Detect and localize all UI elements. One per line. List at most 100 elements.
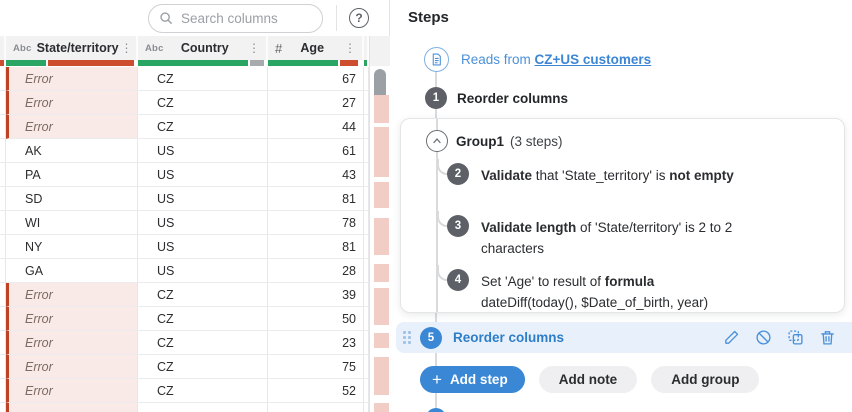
table-cell[interactable]: CZ xyxy=(138,355,268,379)
collapse-group-icon[interactable] xyxy=(426,130,448,152)
table-cell[interactable]: Error xyxy=(6,115,138,139)
table-cell[interactable]: CZ xyxy=(138,307,268,331)
table-cell[interactable]: CZ xyxy=(138,67,268,91)
table-cell[interactable]: US xyxy=(138,235,268,259)
disable-icon[interactable] xyxy=(755,329,772,346)
drag-handle-icon[interactable] xyxy=(403,331,411,344)
table-cell[interactable]: US xyxy=(138,139,268,163)
step-description: Validate that 'State_territory' is not e… xyxy=(481,168,734,183)
number-type-icon: # xyxy=(275,40,283,56)
table-cell[interactable]: 23 xyxy=(268,331,364,355)
column-menu-icon[interactable]: ⋮ xyxy=(246,42,262,54)
error-density-mark xyxy=(374,95,389,123)
table-cell[interactable]: 28 xyxy=(268,259,364,283)
quality-bar[interactable] xyxy=(6,60,138,67)
table-cell[interactable] xyxy=(6,403,138,412)
table-cell[interactable]: Error xyxy=(6,307,138,331)
step-1[interactable]: 1 Reorder columns xyxy=(425,87,568,109)
column-name: Age xyxy=(300,41,325,55)
quality-bar-left-edge xyxy=(0,60,4,66)
table-cell[interactable]: Error xyxy=(6,91,138,115)
help-icon[interactable]: ? xyxy=(349,8,369,28)
source-step-text: Reads from CZ+US customers xyxy=(461,52,651,67)
column-menu-icon[interactable]: ⋮ xyxy=(342,42,358,54)
column-header[interactable]: Abc State/territory ⋮ xyxy=(6,36,138,60)
table-cell[interactable]: 67 xyxy=(268,67,364,91)
table-cell[interactable]: Error xyxy=(6,355,138,379)
table-cell[interactable]: US xyxy=(138,211,268,235)
table: Abc State/territory ⋮ Error Error Error AK PA SD… xyxy=(0,36,390,412)
table-cell[interactable]: PA xyxy=(6,163,138,187)
table-cell[interactable]: 81 xyxy=(268,235,364,259)
table-cell[interactable]: US xyxy=(138,187,268,211)
table-cell[interactable]: 52 xyxy=(268,379,364,403)
table-cell[interactable] xyxy=(268,403,364,412)
step-1-number: 1 xyxy=(425,87,447,109)
scrollbar-track[interactable] xyxy=(370,67,390,412)
table-cell[interactable]: 39 xyxy=(268,283,364,307)
table-cell[interactable]: GA xyxy=(6,259,138,283)
column-header[interactable]: Abc Country ⋮ xyxy=(138,36,268,60)
quality-bar-segment xyxy=(48,60,134,66)
table-cell[interactable]: 81 xyxy=(268,187,364,211)
table-cell[interactable]: Error xyxy=(6,67,138,91)
table-cell[interactable]: Error xyxy=(6,379,138,403)
group-step-2[interactable]: 2 Validate that 'State_territory' is not … xyxy=(447,163,736,186)
add-step-label: Add step xyxy=(449,372,508,387)
table-cell[interactable]: Error xyxy=(6,331,138,355)
table-cell[interactable]: 27 xyxy=(268,91,364,115)
table-cell[interactable]: CZ xyxy=(138,379,268,403)
group-header[interactable]: Group1 (3 steps) xyxy=(426,130,563,152)
step-buttons: + Add step Add note Add group xyxy=(420,366,760,393)
column-header[interactable]: # Age ⋮ xyxy=(268,36,364,60)
duplicate-icon[interactable] xyxy=(787,329,804,346)
table-cell[interactable]: 44 xyxy=(268,115,364,139)
column-country: Abc Country ⋮ CZ CZ CZ US US US US US US CZ CZ CZ CZ CZ xyxy=(138,36,268,412)
quality-bar[interactable] xyxy=(268,60,364,67)
search-placeholder: Search columns xyxy=(181,10,278,26)
table-cell[interactable]: 75 xyxy=(268,355,364,379)
table-cell[interactable]: 61 xyxy=(268,139,364,163)
steps-title: Steps xyxy=(408,9,449,26)
table-cell[interactable]: 50 xyxy=(268,307,364,331)
table-cell[interactable]: Error xyxy=(6,283,138,307)
document-icon xyxy=(424,47,449,72)
table-cell[interactable]: 43 xyxy=(268,163,364,187)
add-note-button[interactable]: Add note xyxy=(538,366,638,393)
table-cell[interactable]: WI xyxy=(6,211,138,235)
edit-icon[interactable] xyxy=(723,329,740,346)
quality-bar-segment xyxy=(6,60,46,66)
search-input[interactable]: Search columns xyxy=(148,3,323,33)
source-step[interactable]: Reads from CZ+US customers xyxy=(424,47,651,72)
column-menu-icon[interactable]: ⋮ xyxy=(119,42,135,54)
quality-bar[interactable] xyxy=(138,60,268,67)
add-group-button[interactable]: Add group xyxy=(651,366,760,393)
group-step-3[interactable]: 3 Validate length of 'State/territory' is… xyxy=(447,215,736,259)
column-state-territory: Abc State/territory ⋮ Error Error Error AK PA SD… xyxy=(6,36,138,412)
table-cell[interactable]: 78 xyxy=(268,211,364,235)
error-density-mark xyxy=(374,403,389,412)
table-cell[interactable]: CZ xyxy=(138,331,268,355)
table-cell[interactable]: AK xyxy=(6,139,138,163)
next-step-node[interactable] xyxy=(426,408,446,412)
step-description: Validate length of 'State/territory' is … xyxy=(481,220,733,256)
table-cell[interactable]: CZ xyxy=(138,91,268,115)
table-cell[interactable]: US xyxy=(138,163,268,187)
error-density-mark xyxy=(374,127,389,177)
delete-icon[interactable] xyxy=(819,329,836,346)
source-dataset-link[interactable]: CZ+US customers xyxy=(535,52,652,67)
table-cell[interactable]: SD xyxy=(6,187,138,211)
table-cell[interactable]: CZ xyxy=(138,115,268,139)
table-cell[interactable] xyxy=(138,403,268,412)
group-step-4[interactable]: 4 Set 'Age' to result of formula dateDiff(… xyxy=(447,269,736,313)
table-cell[interactable]: NY xyxy=(6,235,138,259)
add-step-button[interactable]: + Add step xyxy=(420,366,525,393)
column-name: Country xyxy=(180,41,229,55)
table-cell[interactable]: CZ xyxy=(138,283,268,307)
group-step-count: (3 steps) xyxy=(510,133,563,149)
table-scrollbar[interactable] xyxy=(369,36,390,412)
step-5[interactable]: 5 Reorder columns xyxy=(396,322,852,353)
scrollbar-header-cap xyxy=(370,36,390,67)
table-cell[interactable]: US xyxy=(138,259,268,283)
step-1-label: Reorder columns xyxy=(457,90,569,106)
